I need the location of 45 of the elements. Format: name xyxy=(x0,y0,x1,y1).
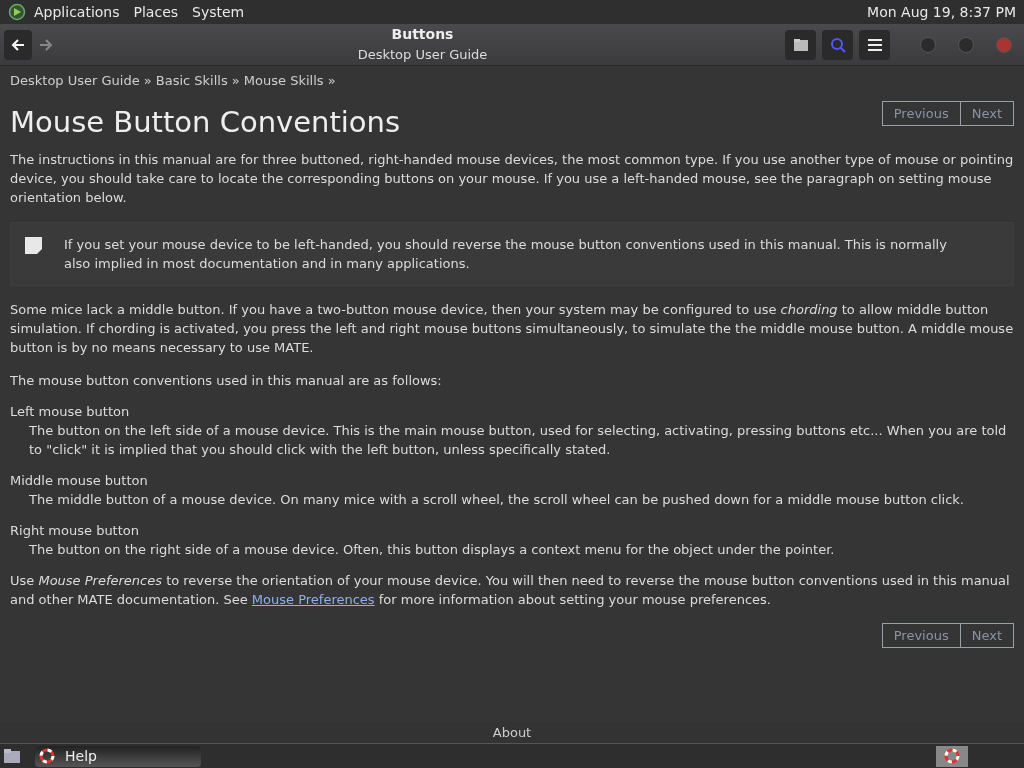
note-text: If you set your mouse device to be left-handed, you should reverse the mouse button conventions used in this manual. This is normally also implied in most documentation and in many applications. xyxy=(64,236,948,273)
back-button[interactable] xyxy=(4,29,32,60)
paragraph: The mouse button conventions used in this manual are as follows: xyxy=(10,372,443,390)
menu-icon xyxy=(867,38,882,51)
lifebuoy-icon xyxy=(944,748,960,764)
breadcrumb-link[interactable]: Mouse Skills » xyxy=(243,71,336,90)
term-description: The button on the right side of a mouse device. Often, this button displays a context menu for the object under the pointer. xyxy=(28,541,836,559)
clock[interactable]: Mon Aug 19, 8:37 PM xyxy=(867,1,1016,23)
folder-icon xyxy=(792,37,809,52)
search-icon xyxy=(829,36,846,53)
term: Left mouse button xyxy=(10,403,131,421)
term: Right mouse button xyxy=(10,522,140,540)
breadcrumb-link[interactable]: Basic Skills » xyxy=(155,71,240,90)
window-subtitle: Desktop User Guide xyxy=(357,46,488,65)
paragraph: Some mice lack a middle button. If you have a two-button mouse device, then your system may be configured to use chording to allow middle button simulation. If chording is activated, you press the left and right mouse buttons simultaneously, to simulate the the middle mouse button. A middle mouse button is by no means necessary to use MATE. xyxy=(10,301,1014,357)
pager-button[interactable]: Previous xyxy=(882,624,960,647)
panel-menu[interactable]: Applications xyxy=(34,1,120,23)
about-link[interactable]: About xyxy=(492,722,532,743)
back-arrow-icon xyxy=(11,38,25,51)
note-icon xyxy=(25,237,42,254)
maximize-button[interactable] xyxy=(958,36,974,53)
link[interactable]: Mouse Preferences xyxy=(251,592,375,607)
term-description: The middle button of a mouse device. On many mice with a scroll wheel, the scroll wheel can be pushed down for a middle mouse button click. xyxy=(28,491,965,509)
page-title: Mouse Button Conventions xyxy=(10,104,401,140)
logo-icon xyxy=(8,3,26,21)
paragraph: Use Mouse Preferences to reverse the orientation of your mouse device. You will then need to reverse the mouse button conventions used in this manual and other MATE documentation. See Mouse Preferences for more information about setting your mouse preferences. xyxy=(10,572,1011,609)
window-title: Buttons xyxy=(391,25,454,45)
paragraph: The instructions in this manual are for three buttoned, right-handed mouse devices, the most common type. If you use another type of mouse or pointing device, you should take care to locate the corresponding buttons on your mouse. If you use a left-handed mouse, see the paragraph on setting mouse orientation below. xyxy=(10,151,1014,207)
search-button[interactable] xyxy=(822,29,853,60)
menu-button[interactable] xyxy=(859,29,890,60)
panel-menu[interactable]: System xyxy=(192,1,245,23)
minimize-button[interactable] xyxy=(920,36,936,53)
term-description: The button on the left side of a mouse device. This is the main mouse button, used for selecting, activating, pressing buttons etc... When you are told to "click" it is implied that you should click with the left button, unless specifically stated. xyxy=(28,422,1008,459)
bookmarks-button[interactable] xyxy=(785,29,816,60)
breadcrumb-link[interactable]: Desktop User Guide » xyxy=(10,71,152,90)
forward-arrow-icon xyxy=(39,38,53,51)
panel-menu[interactable]: Places xyxy=(133,1,179,23)
folder-icon[interactable] xyxy=(3,748,21,764)
term: Middle mouse button xyxy=(10,472,149,490)
pager-button[interactable]: Next xyxy=(959,102,1013,125)
pager-button[interactable]: Next xyxy=(959,624,1013,647)
taskbar-item[interactable]: Help xyxy=(35,745,201,767)
pager-button[interactable]: Previous xyxy=(882,102,960,125)
lifebuoy-icon xyxy=(39,748,55,764)
close-button[interactable] xyxy=(996,36,1012,53)
